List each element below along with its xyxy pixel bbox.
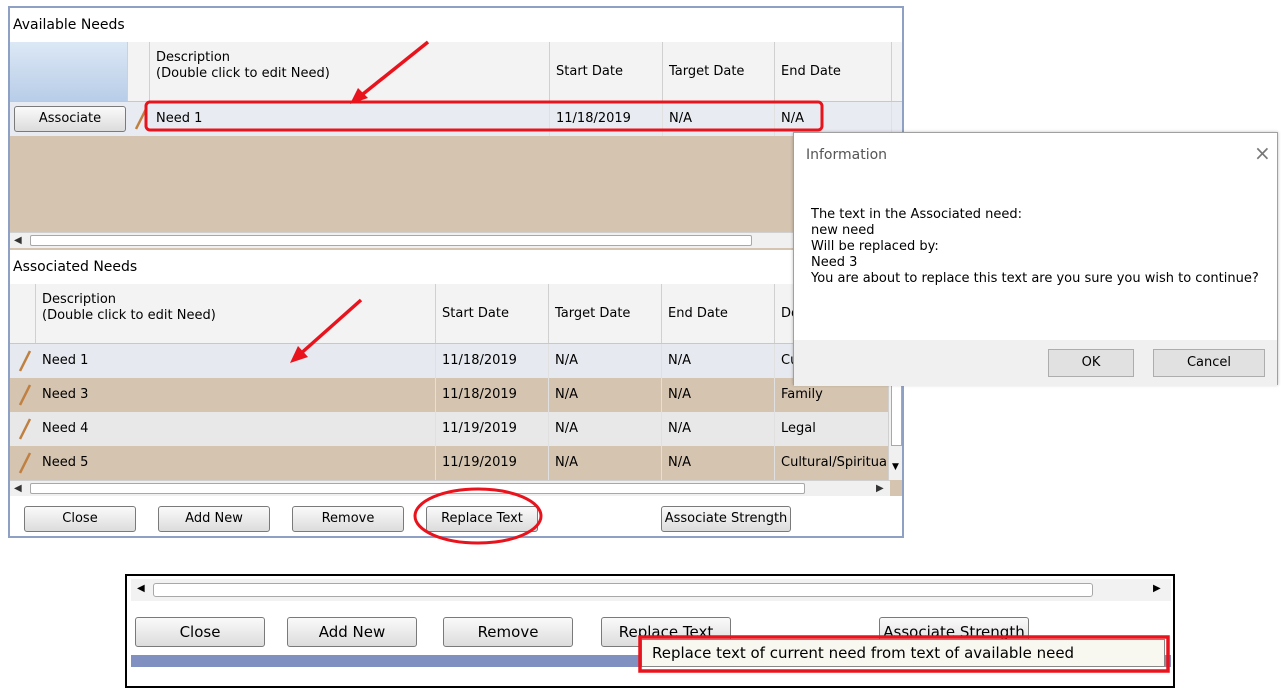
annotation-arrow [296,298,363,358]
annotation-box [144,100,824,132]
annotation-arrow [356,40,430,100]
annotation-box [638,635,1170,673]
annotation-ellipse [413,487,543,545]
annotation-overlay [144,40,1170,673]
